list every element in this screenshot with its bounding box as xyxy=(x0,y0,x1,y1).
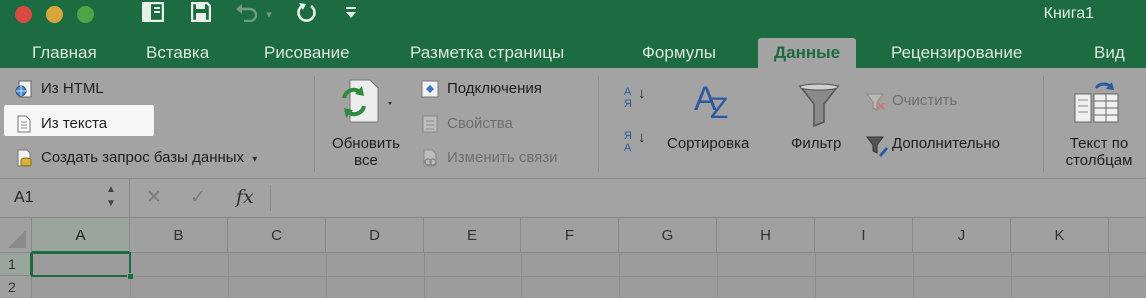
from-html-label: Из HTML xyxy=(41,80,104,97)
text-to-columns-button[interactable]: Текст по столбцам xyxy=(1058,135,1140,169)
advanced-filter-label: Дополнительно xyxy=(892,135,1000,152)
arrow-down-icon: ↓ xyxy=(638,85,646,102)
from-text-label: Из текста xyxy=(41,115,108,132)
properties-label: Свойства xyxy=(447,115,513,132)
new-database-query-button[interactable]: Создать запрос базы данных ▾ xyxy=(15,149,257,169)
worksheet-grid: A B C D E F G H I J K 1 2 xyxy=(0,218,1146,298)
new-database-query-label: Создать запрос базы данных xyxy=(41,149,245,166)
group-separator xyxy=(598,76,599,172)
sort-descending-button[interactable]: Я А ↓ xyxy=(624,130,654,154)
name-box-stepper-icon[interactable]: ▲ ▼ xyxy=(106,183,116,211)
column-header[interactable]: K xyxy=(1011,218,1109,253)
active-cell-a1[interactable] xyxy=(31,252,131,277)
column-header[interactable]: J xyxy=(913,218,1011,253)
ribbon-data: Из HTML Из текста Создать запрос базы да… xyxy=(0,68,1146,178)
from-html-button[interactable]: Из HTML xyxy=(15,80,104,98)
edit-links-icon xyxy=(421,149,439,167)
zoom-window-button[interactable] xyxy=(77,6,94,23)
clear-filter-icon xyxy=(866,92,885,111)
column-header[interactable]: I xyxy=(815,218,913,253)
formula-divider xyxy=(270,185,271,211)
column-header[interactable]: C xyxy=(228,218,326,253)
refresh-all-label-line2: все xyxy=(354,152,378,169)
name-box[interactable]: A1 ▲ ▼ xyxy=(0,179,130,217)
tab-formulas[interactable]: Формулы xyxy=(642,38,716,68)
formula-input[interactable] xyxy=(278,188,1138,210)
properties-icon xyxy=(421,115,439,133)
column-header[interactable]: F xyxy=(521,218,619,253)
close-window-button[interactable] xyxy=(15,6,32,23)
column-header[interactable]: D xyxy=(326,218,424,253)
edit-links-label: Изменить связи xyxy=(447,149,558,166)
text-to-columns-icon[interactable] xyxy=(1074,82,1120,126)
column-header[interactable]: B xyxy=(130,218,228,253)
filter-button[interactable]: Фильтр xyxy=(791,135,841,153)
clear-filter-label: Очистить xyxy=(892,92,958,109)
tab-home[interactable]: Главная xyxy=(32,38,97,68)
sidebar-toggle-icon[interactable] xyxy=(138,1,168,28)
tab-data[interactable]: Данные xyxy=(758,38,857,68)
advanced-filter-button[interactable]: Дополнительно xyxy=(866,135,1000,158)
row-header[interactable]: 1 xyxy=(0,253,32,276)
enter-icon[interactable]: ✓ xyxy=(190,186,206,209)
document-title: Книга1 xyxy=(1043,5,1094,22)
name-box-value: A1 xyxy=(14,189,34,206)
refresh-all-label-line1: Обновить xyxy=(332,135,400,152)
dropdown-arrow-icon: ▾ xyxy=(252,154,258,165)
gridline xyxy=(32,276,1146,277)
formula-bar: A1 ▲ ▼ ✕ ✓ fx xyxy=(0,178,1146,218)
group-separator xyxy=(314,76,315,172)
refresh-all-button[interactable]: Обновить все xyxy=(328,135,404,169)
select-all-corner[interactable] xyxy=(0,218,32,253)
column-header[interactable] xyxy=(1109,218,1146,253)
database-icon xyxy=(15,149,33,167)
properties-button[interactable]: Свойства xyxy=(421,115,513,133)
column-header[interactable]: A xyxy=(32,218,130,253)
fill-handle[interactable] xyxy=(127,273,134,280)
advanced-filter-icon xyxy=(866,135,888,158)
edit-links-button[interactable]: Изменить связи xyxy=(421,149,558,167)
title-bar: ▾ Книга1 Главная Вставка Рисование Разме… xyxy=(0,0,1146,68)
globe-document-icon xyxy=(15,80,33,98)
clear-filter-button[interactable]: Очистить xyxy=(866,92,958,111)
connections-label: Подключения xyxy=(447,80,542,97)
cancel-icon[interactable]: ✕ xyxy=(146,186,162,209)
undo-icon[interactable] xyxy=(232,2,262,28)
tab-insert[interactable]: Вставка xyxy=(146,38,209,68)
group-separator xyxy=(1043,76,1044,172)
customize-toolbar-icon[interactable] xyxy=(343,2,359,28)
sort-big-z: Z xyxy=(710,92,729,125)
column-header[interactable]: H xyxy=(717,218,815,253)
save-icon[interactable] xyxy=(186,1,216,28)
tab-page-layout[interactable]: Разметка страницы xyxy=(410,38,564,68)
arrow-down-icon: ↓ xyxy=(638,129,646,146)
tab-draw[interactable]: Рисование xyxy=(264,38,350,68)
redo-icon[interactable] xyxy=(292,2,322,28)
connections-icon xyxy=(421,80,439,98)
sort-icon[interactable]: А Z xyxy=(692,82,742,128)
text-to-columns-label-line1: Текст по xyxy=(1069,135,1129,152)
column-header[interactable]: E xyxy=(424,218,521,253)
tab-view[interactable]: Вид xyxy=(1094,38,1125,68)
sort-button[interactable]: Сортировка xyxy=(667,135,749,153)
filter-icon[interactable] xyxy=(796,82,842,128)
column-header[interactable]: G xyxy=(619,218,717,253)
text-to-columns-label-line2: столбцам xyxy=(1065,152,1133,169)
connections-button[interactable]: Подключения xyxy=(421,80,542,98)
tab-review[interactable]: Рецензирование xyxy=(891,38,1022,68)
text-document-icon xyxy=(15,115,33,133)
refresh-all-icon[interactable] xyxy=(332,76,402,126)
insert-function-icon[interactable]: fx xyxy=(236,186,254,208)
undo-dropdown-icon[interactable]: ▾ xyxy=(262,2,276,28)
sort-ascending-button[interactable]: А Я ↓ xyxy=(624,86,654,110)
row-header[interactable]: 2 xyxy=(0,276,32,298)
minimize-window-button[interactable] xyxy=(46,6,63,23)
from-text-button[interactable]: Из текста xyxy=(15,115,107,133)
